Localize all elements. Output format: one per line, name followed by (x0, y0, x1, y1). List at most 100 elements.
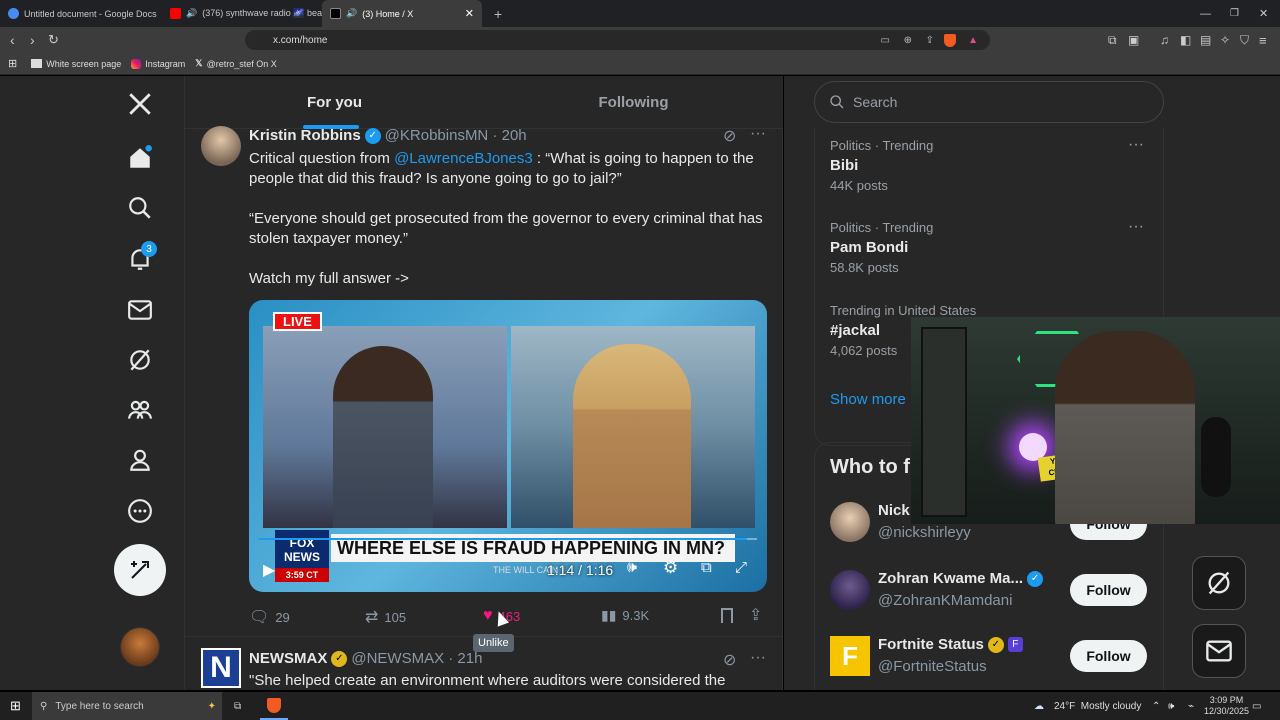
who-to-follow-heading: Who to f (830, 456, 910, 478)
messages-float-button[interactable] (1192, 624, 1246, 678)
settings-icon[interactable]: ⚙ (663, 558, 678, 578)
tab-x-home[interactable]: 🔊 (3) Home / X ✕ (322, 0, 482, 27)
post-kristin-robbins[interactable]: Kristin Robbins ✓ @KRobbinsMN · 20h ⊘ ··… (185, 125, 783, 652)
repost-button[interactable]: ⇄ 105 (365, 607, 406, 627)
speaker-icon: 🔊 (346, 8, 358, 18)
grok-icon[interactable]: ⊘ (723, 126, 736, 146)
clock[interactable]: 3:09 PM 12/30/2025 (1204, 695, 1249, 717)
close-tab-icon[interactable]: ✕ (465, 7, 474, 20)
sidebar-toggle-icon[interactable]: ◧ (1180, 33, 1191, 47)
bookmarks-bar: ⊞ White screen page Instagram 𝕏 @retro_s… (0, 53, 1280, 75)
bookmark-instagram[interactable]: Instagram (131, 58, 185, 69)
zoom-icon[interactable]: ⊕ (904, 35, 912, 46)
windows-start-icon[interactable]: ⊞ (10, 698, 21, 714)
post-more-icon[interactable]: ··· (750, 125, 766, 143)
trend-more-icon[interactable]: ··· (1128, 218, 1144, 236)
search-icon: ⚲ (40, 700, 48, 712)
share-post-icon[interactable]: ⇪ (749, 605, 762, 625)
tab-google-docs[interactable]: Untitled document - Google Docs (0, 0, 162, 27)
new-tab-button[interactable]: + (494, 6, 502, 22)
reload-icon[interactable]: ↻ (48, 32, 59, 48)
close-window-button[interactable]: ✕ (1259, 7, 1268, 20)
fox-news-logo: FOX NEWS 3:59 CT (275, 530, 329, 582)
grok-icon (1208, 571, 1230, 595)
tab-synthwave-radio[interactable]: 🔊 (376) synthwave radio 🌌 beats t (162, 0, 322, 27)
brave-shields-icon[interactable] (944, 33, 956, 47)
apps-grid-icon[interactable]: ⊞ (8, 57, 17, 70)
reply-button[interactable]: 🗨 29 (249, 607, 290, 627)
notifications-icon[interactable]: ▭ (1252, 701, 1261, 712)
tray-chevron-icon[interactable]: ⌃ (1152, 701, 1160, 712)
fullscreen-icon[interactable]: ⤢ (735, 559, 747, 576)
vpn-icon[interactable]: ⛉ (1240, 33, 1249, 48)
post-more-icon[interactable]: ··· (750, 649, 766, 667)
grok-float-button[interactable] (1192, 556, 1246, 610)
share-icon[interactable]: ⇪ (926, 35, 934, 46)
reader-mode-icon[interactable]: ▭ (881, 35, 890, 46)
author-avatar[interactable] (201, 126, 241, 166)
play-icon[interactable]: ▶ (263, 560, 275, 580)
account-avatar[interactable] (120, 627, 160, 667)
picture-in-picture-icon[interactable]: ⧉ (701, 559, 712, 576)
trend-item-pam-bondi[interactable]: Politics · Trending Pam Bondi 58.8K post… (830, 218, 1150, 275)
bookmark-icon[interactable] (721, 608, 733, 623)
minimize-button[interactable]: — (1200, 8, 1211, 20)
youtube-favicon-icon (170, 8, 181, 19)
maximize-button[interactable]: ❐ (1230, 8, 1239, 19)
menu-icon[interactable]: ≡ (1259, 33, 1267, 48)
grok-icon[interactable] (124, 344, 156, 376)
communities-icon[interactable] (124, 394, 156, 426)
newsmax-avatar[interactable]: N (201, 648, 241, 688)
forward-icon[interactable]: › (30, 32, 35, 48)
tab-following[interactable]: Following (484, 76, 783, 129)
volume-tray-icon[interactable]: 🕪 (1168, 701, 1174, 712)
wallet-icon[interactable]: ▣ (1128, 33, 1139, 47)
taskbar-search[interactable]: ⚲ Type here to search ✦ (32, 692, 222, 720)
back-icon[interactable]: ‹ (10, 32, 15, 48)
network-tray-icon[interactable]: ⌁ (1188, 701, 1194, 712)
grok-icon[interactable]: ⊘ (723, 650, 736, 670)
home-icon[interactable] (124, 142, 156, 174)
weather-text[interactable]: 24°F Mostly cloudy (1054, 701, 1141, 712)
task-view-icon[interactable]: ⧉ (234, 701, 241, 712)
crypto-wallet-icon[interactable]: ▤ (1200, 33, 1211, 47)
x-logo-icon: 𝕏 (195, 58, 203, 68)
mention-link[interactable]: @LawrenceBJones3 (394, 150, 533, 167)
trend-more-icon[interactable]: ··· (1128, 136, 1144, 154)
author-name[interactable]: NEWSMAX (249, 650, 327, 667)
brave-taskbar-icon[interactable] (260, 692, 288, 720)
show-more-link[interactable]: Show more (830, 391, 906, 408)
music-icon[interactable]: ♫ (1160, 33, 1169, 47)
avatar (830, 570, 870, 610)
compose-post-button[interactable] (114, 544, 166, 596)
trend-item-bibi[interactable]: Politics · Trending Bibi 44K posts ··· (830, 136, 1150, 193)
author-handle[interactable]: @NEWSMAX · 21h (351, 650, 482, 667)
follow-button-fortnite[interactable]: Follow (1070, 640, 1147, 672)
x-logo-icon[interactable] (124, 88, 156, 120)
url-field[interactable]: x.com/home ▭ ⊕ ⇪ ▲ (245, 30, 990, 50)
speaker-icon: 🔊 (186, 8, 198, 18)
mail-icon[interactable] (124, 294, 156, 326)
brave-rewards-icon[interactable]: ▲ (968, 35, 978, 46)
bookmark-retro-stef[interactable]: 𝕏 @retro_stef On X (195, 58, 276, 69)
more-icon[interactable] (124, 495, 156, 527)
volume-icon[interactable]: 🕪 (627, 559, 637, 577)
follow-button-zohran[interactable]: Follow (1070, 574, 1147, 606)
author-name[interactable]: Kristin Robbins (249, 127, 361, 144)
views-button[interactable]: ▮▮ 9.3K (601, 607, 649, 624)
search-box[interactable]: Search (814, 81, 1164, 123)
profile-icon[interactable] (124, 444, 156, 476)
reply-icon: 🗨 (249, 609, 270, 626)
video-player[interactable]: LIVE FOX NEWS 3:59 CT WHERE ELSE IS FRAU… (249, 300, 767, 592)
timeline: For you Following Kristin Robbins ✓ @KRo… (185, 76, 783, 690)
tab-for-you[interactable]: For you (185, 76, 484, 129)
author-handle[interactable]: @KRobbinsMN · 20h (385, 127, 527, 144)
video-progress-track[interactable] (259, 538, 757, 540)
leo-ai-icon[interactable]: ✧ (1220, 33, 1230, 47)
extensions-icon[interactable]: ⧉ (1108, 33, 1117, 48)
post-newsmax[interactable]: N NEWSMAX ✓ @NEWSMAX · 21h ⊘ ··· "She he… (185, 638, 783, 690)
bookmark-white-screen[interactable]: White screen page (31, 59, 121, 69)
video-frame-left (263, 326, 507, 528)
search-icon[interactable] (124, 192, 156, 224)
bell-icon[interactable]: 3 (124, 241, 157, 275)
